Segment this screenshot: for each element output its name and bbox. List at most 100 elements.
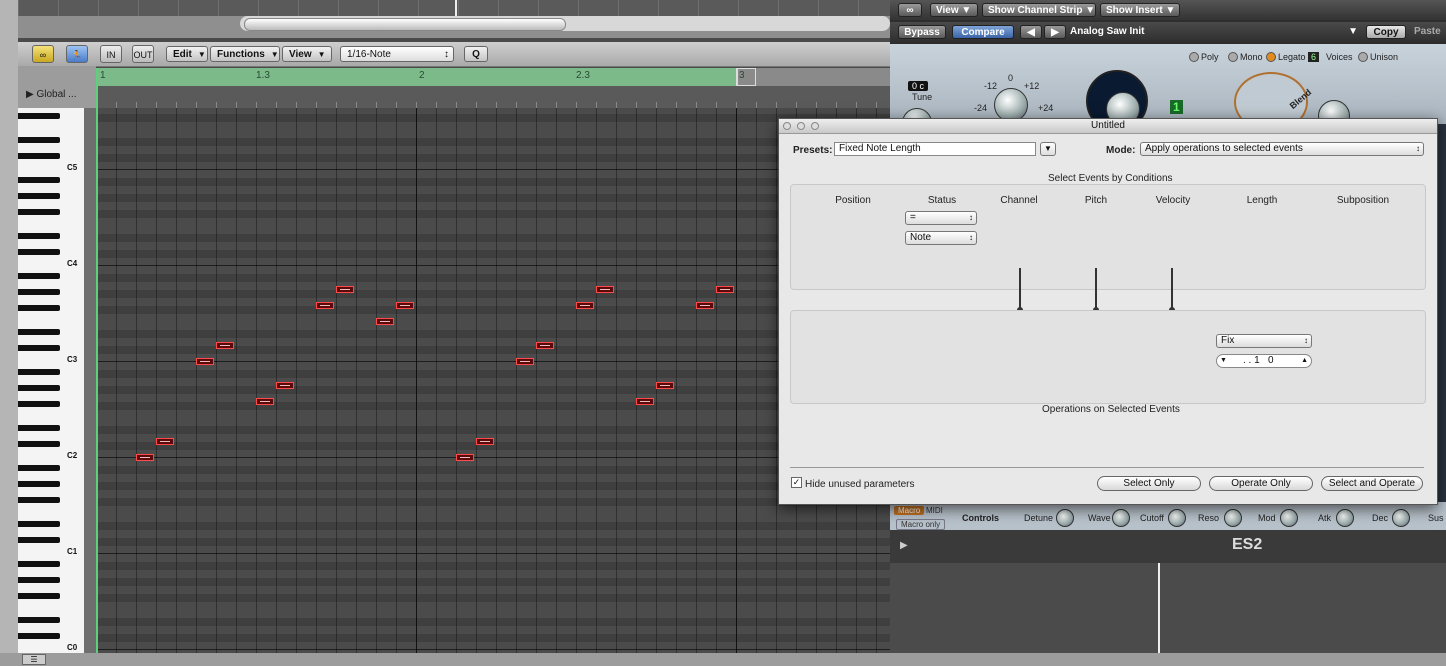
dialog-title-bar[interactable]: Untitled [779,119,1437,134]
poly-radio[interactable] [1189,52,1199,62]
osc-pitch-knob[interactable] [994,88,1028,122]
midi-tab[interactable]: MIDI [926,506,943,515]
black-key[interactable] [18,633,60,639]
tune-value[interactable]: 0 c [908,81,929,91]
paste-button[interactable]: Paste [1414,26,1441,37]
midi-note[interactable] [536,342,554,349]
minimize-button[interactable] [797,122,805,130]
operate-only-button[interactable]: Operate Only [1209,476,1313,491]
status-condition-select[interactable]: = [905,211,977,225]
unison-radio[interactable] [1358,52,1368,62]
catch-playhead-icon[interactable]: 🏃 [66,45,88,63]
midi-note[interactable] [476,438,494,445]
preset-menu[interactable]: Analog Saw Init ▼ [1070,25,1362,39]
black-key[interactable] [18,425,60,431]
midi-note[interactable] [576,302,594,309]
global-tracks-toggle[interactable]: ▶ Global ... [26,89,77,100]
black-key[interactable] [18,233,60,239]
midi-out-icon[interactable]: OUT [132,45,154,63]
black-key[interactable] [18,401,60,407]
mod-knob[interactable] [1280,509,1298,527]
midi-note[interactable] [336,286,354,293]
prev-preset-button[interactable]: ◀ [1020,25,1042,39]
macro-tab[interactable]: Macro [894,506,925,515]
black-key[interactable] [18,561,60,567]
list-toggle-icon[interactable]: ☰ [22,654,46,665]
select-and-operate-button[interactable]: Select and Operate [1321,476,1423,491]
hide-unused-checkbox[interactable]: ✓ [791,477,802,488]
attack-knob[interactable] [1336,509,1354,527]
midi-note[interactable] [256,398,274,405]
black-key[interactable] [18,497,60,503]
macro-only-toggle[interactable]: Macro only [896,519,946,530]
cycle-region[interactable] [96,68,738,86]
mode-select[interactable]: Apply operations to selected events [1140,142,1424,156]
mono-radio[interactable] [1228,52,1238,62]
black-key[interactable] [18,137,60,143]
osc-number[interactable]: 1 [1170,100,1183,114]
midi-in-icon[interactable]: IN [100,45,122,63]
disclosure-triangle-icon[interactable]: ▶ [900,540,908,551]
zoom-button[interactable] [811,122,819,130]
view-menu-button[interactable]: View ▼ [282,46,332,62]
quantize-select[interactable]: 1/16-Note ↕ [340,46,454,62]
black-key[interactable] [18,273,60,279]
black-key[interactable] [18,617,60,623]
voices-count[interactable]: 6 [1308,52,1320,62]
next-preset-button[interactable]: ▶ [1044,25,1066,39]
midi-note[interactable] [656,382,674,389]
show-insert-button[interactable]: Show Insert ▼ [1100,3,1180,17]
midi-note[interactable] [216,342,234,349]
close-button[interactable] [783,122,791,130]
midi-note[interactable] [376,318,394,325]
piano-roll-grid[interactable] [96,108,890,653]
black-key[interactable] [18,593,60,599]
midi-note[interactable] [716,286,734,293]
cutoff-knob[interactable] [1168,509,1186,527]
length-value-stepper[interactable]: ▼ . . 1 0 ▲ [1216,354,1312,368]
black-key[interactable] [18,537,60,543]
plugin-view-button[interactable]: View ▼ [930,3,978,17]
horizontal-scroll-thumb[interactable] [244,18,566,31]
preset-name-field[interactable]: Fixed Note Length [834,142,1036,156]
midi-note[interactable] [156,438,174,445]
black-key[interactable] [18,329,60,335]
functions-menu-button[interactable]: Functions ▼ [210,46,280,62]
status-value-select[interactable]: Note [905,231,977,245]
midi-note[interactable] [396,302,414,309]
edit-menu-button[interactable]: Edit ▼ [166,46,208,62]
midi-note[interactable] [136,454,154,461]
midi-note[interactable] [316,302,334,309]
black-key[interactable] [18,113,60,119]
midi-note[interactable] [636,398,654,405]
black-key[interactable] [18,577,60,583]
decay-knob[interactable] [1392,509,1410,527]
midi-note[interactable] [456,454,474,461]
black-key[interactable] [18,209,60,215]
select-only-button[interactable]: Select Only [1097,476,1201,491]
compare-button[interactable]: Compare [952,25,1014,39]
wave-knob[interactable] [1112,509,1130,527]
playhead[interactable] [96,68,98,653]
black-key[interactable] [18,481,60,487]
copy-button[interactable]: Copy [1366,25,1406,39]
midi-note[interactable] [696,302,714,309]
black-key[interactable] [18,249,60,255]
reso-knob[interactable] [1224,509,1242,527]
preset-menu-button[interactable]: ▼ [1040,142,1056,156]
quantize-button[interactable]: Q [464,46,488,62]
black-key[interactable] [18,289,60,295]
detune-knob[interactable] [1056,509,1074,527]
midi-note[interactable] [596,286,614,293]
decrement-icon[interactable]: ▼ [1220,355,1227,367]
link-icon[interactable]: ∞ [898,3,922,17]
show-channel-strip-button[interactable]: Show Channel Strip ▼ [982,3,1096,17]
legato-radio[interactable] [1266,52,1276,62]
black-key[interactable] [18,521,60,527]
black-key[interactable] [18,465,60,471]
black-key[interactable] [18,305,60,311]
black-key[interactable] [18,345,60,351]
midi-note[interactable] [516,358,534,365]
black-key[interactable] [18,153,60,159]
midi-note[interactable] [276,382,294,389]
